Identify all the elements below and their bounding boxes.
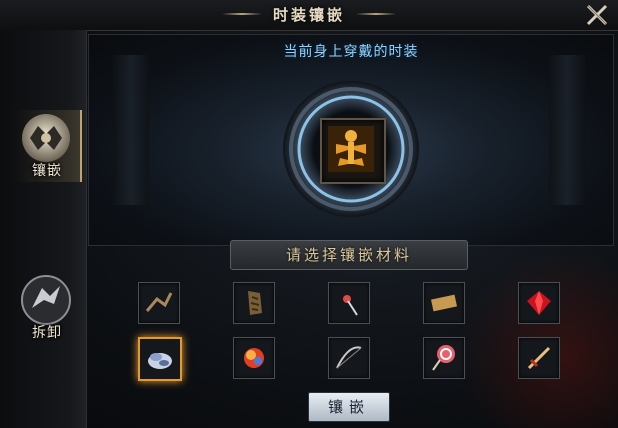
inlay-emblem-icon <box>22 114 70 162</box>
material-slot-red-gem[interactable] <box>518 282 560 324</box>
material-slot-feather-bundle[interactable] <box>138 337 182 381</box>
plank-icon <box>431 294 457 312</box>
sword-icon <box>527 346 551 370</box>
inlay-button[interactable]: 镶嵌 <box>308 392 390 422</box>
remove-emblem-icon <box>21 275 71 325</box>
material-slot-pin[interactable] <box>328 282 370 324</box>
material-slot-lollipop[interactable] <box>423 337 465 379</box>
window-title: 时装镶嵌 <box>272 6 345 24</box>
material-slot-bow[interactable] <box>328 337 370 379</box>
material-slot-twig[interactable] <box>138 282 180 324</box>
bow-icon <box>336 346 362 369</box>
material-slot-bark[interactable] <box>233 282 275 324</box>
close-icon <box>586 4 608 26</box>
pin-icon <box>343 295 358 316</box>
scene-pillar-left <box>113 55 149 205</box>
tab-inlay-label: 镶嵌 <box>32 163 62 179</box>
equipped-fashion-scene: 当前身上穿戴的时装 <box>88 34 614 246</box>
material-slot-fire-orb[interactable] <box>233 337 275 379</box>
feather-bundle-icon <box>148 353 172 369</box>
material-slot-plank[interactable] <box>423 282 465 324</box>
scene-pillar-right <box>549 55 585 205</box>
tab-inlay[interactable]: 镶嵌 <box>14 110 82 182</box>
bark-icon <box>248 291 262 315</box>
title-bar: 时装镶嵌 <box>0 0 618 31</box>
tab-remove-label: 拆卸 <box>32 325 62 341</box>
fire-orb-icon <box>244 348 264 368</box>
title-ornament-right <box>356 13 396 15</box>
fashion-inlay-window: 时装镶嵌 镶嵌 拆卸 当前身上穿戴的时装 请选择镶嵌材料 镶嵌 <box>0 0 618 428</box>
red-gem-icon <box>527 291 551 315</box>
lollipop-icon <box>432 345 455 371</box>
close-button[interactable] <box>584 2 610 28</box>
material-banner: 请选择镶嵌材料 <box>230 240 468 270</box>
material-slot-sword[interactable] <box>518 337 560 379</box>
material-banner-label: 请选择镶嵌材料 <box>285 246 412 264</box>
sidebar: 镶嵌 拆卸 <box>0 30 87 428</box>
tab-remove[interactable]: 拆卸 <box>14 272 80 344</box>
equipped-fashion-slot[interactable] <box>320 118 386 184</box>
golden-skeleton-armor-icon <box>328 126 374 172</box>
twig-icon <box>145 292 173 312</box>
scene-caption: 当前身上穿戴的时装 <box>283 44 419 60</box>
